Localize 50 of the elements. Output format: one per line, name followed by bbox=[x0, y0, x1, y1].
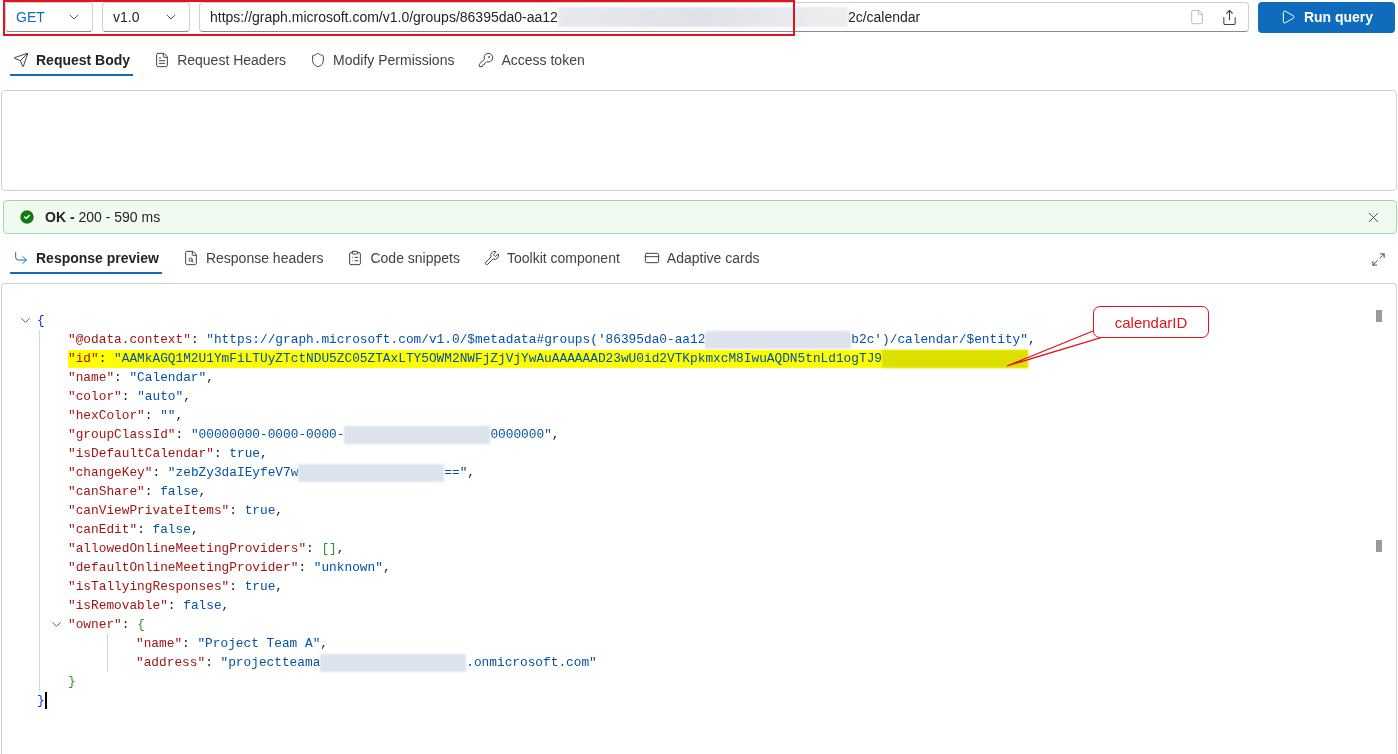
request-tab[interactable]: Request Body bbox=[10, 46, 134, 76]
code-line: "canViewPrivateItems": true, bbox=[68, 502, 284, 520]
clipboard-icon bbox=[347, 250, 364, 266]
code-line: "canShare": false, bbox=[68, 483, 207, 501]
request-tab[interactable]: Modify Permissions bbox=[307, 46, 458, 76]
code-line: "isTallyingResponses": true, bbox=[68, 578, 284, 596]
card-icon bbox=[643, 250, 660, 266]
code-line: "hexColor": "", bbox=[68, 407, 184, 425]
send-icon bbox=[13, 52, 29, 68]
code-line: "name": "Calendar", bbox=[68, 369, 214, 387]
code-line: "color": "auto", bbox=[68, 388, 191, 406]
code-line: "defaultOnlineMeetingProvider": "unknown", bbox=[68, 559, 391, 577]
method-select[interactable]: GET bbox=[5, 2, 93, 32]
run-query-button[interactable]: Run query bbox=[1258, 1, 1395, 33]
code-line: "isDefaultCalendar": true, bbox=[68, 445, 268, 463]
response-tab[interactable]: Response preview bbox=[10, 244, 162, 274]
code-line: } bbox=[37, 691, 47, 710]
code-line: "address": "projectteama .onmicrosoft.com" bbox=[136, 653, 597, 672]
key-icon bbox=[478, 52, 495, 68]
code-line: "groupClassId": "00000000-0000-0000- 0000000", bbox=[68, 425, 560, 444]
status-text: OK - 200 - 590 ms bbox=[45, 209, 161, 225]
response-tab[interactable]: Response headers bbox=[179, 244, 327, 274]
curved-arrow-icon bbox=[13, 250, 29, 266]
document-icon bbox=[182, 250, 199, 266]
code-line: "owner": { bbox=[68, 616, 145, 634]
code-line: "canEdit": false, bbox=[68, 521, 199, 539]
code-line: "changeKey": "zebZy3daIEyfeV7w ==", bbox=[68, 463, 476, 482]
check-icon bbox=[18, 208, 36, 226]
callout: calendarID bbox=[1093, 306, 1209, 338]
code-line: "allowedOnlineMeetingProviders": [], bbox=[68, 540, 345, 558]
scrollbar-mark bbox=[1376, 310, 1382, 322]
expand-icon bbox=[1371, 251, 1386, 267]
code-line: "name": "Project Team A", bbox=[136, 635, 328, 653]
share-icon[interactable] bbox=[1221, 8, 1238, 26]
code-line: "@odata.context": "https://graph.microsoft.com/v1.0/$metadata#groups('86395da0-aa12 b2c')/calendar/$entity", bbox=[68, 330, 1036, 349]
response-tab[interactable]: Adaptive cards bbox=[640, 244, 763, 274]
scrollbar-mark bbox=[1376, 540, 1382, 552]
wrench-icon bbox=[484, 250, 500, 266]
version-select[interactable]: v1.0 bbox=[102, 2, 190, 32]
response-tab[interactable]: Toolkit component bbox=[481, 244, 623, 274]
response-tab[interactable]: Code snippets bbox=[344, 244, 463, 274]
document-icon bbox=[154, 52, 171, 68]
request-tab[interactable]: Access token bbox=[475, 46, 588, 76]
code-line: } bbox=[68, 673, 76, 691]
request-tab[interactable]: Request Headers bbox=[151, 46, 290, 76]
code-line: "isRemovable": false, bbox=[68, 597, 230, 615]
url-field[interactable]: https://graph.microsoft.com/v1.0/groups/86395da0-aa12 2c/calendar bbox=[199, 2, 1249, 32]
expand-button[interactable] bbox=[1371, 251, 1386, 267]
shield-icon bbox=[310, 52, 327, 68]
code-line: { bbox=[37, 312, 45, 330]
